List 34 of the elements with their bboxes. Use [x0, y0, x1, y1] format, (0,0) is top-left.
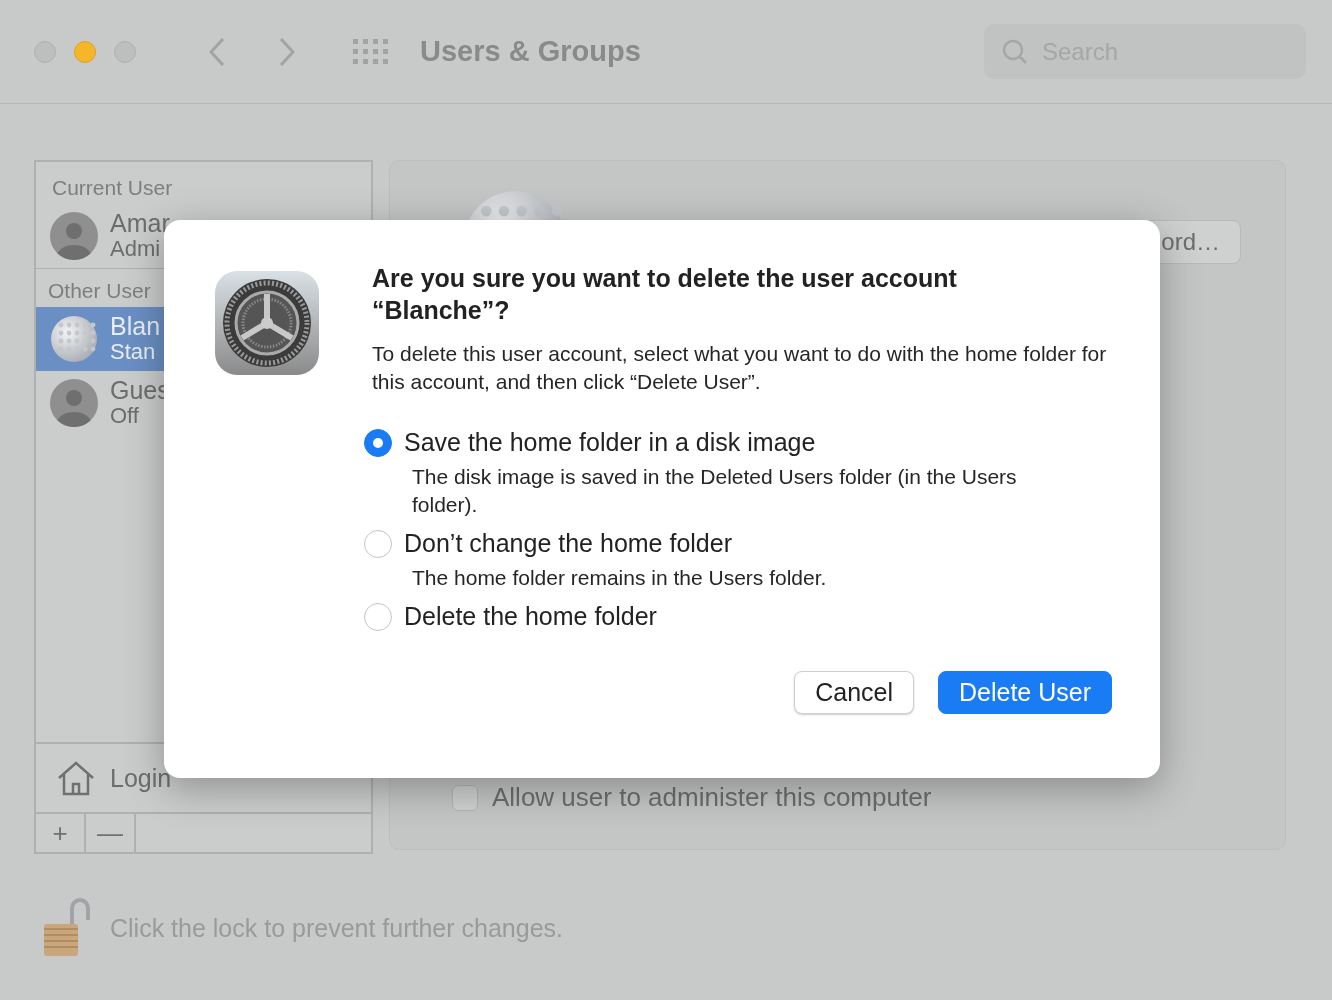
minimize-window-button[interactable] [74, 40, 96, 63]
radio-button[interactable] [364, 529, 392, 558]
radio-button[interactable] [364, 428, 392, 457]
house-icon [56, 760, 96, 796]
dialog-message: To delete this user account, select what you want to do with the home folder for this account, and then click “Delete User”. [372, 341, 1107, 395]
user-role: Off [110, 403, 140, 429]
cancel-button[interactable]: Cancel [794, 671, 914, 714]
section-heading: Current User [51, 175, 174, 201]
user-role: Admi [110, 236, 162, 262]
option-label: Delete the home folder [404, 602, 657, 631]
checkbox-label: Allow user to administer this computer [492, 782, 932, 813]
user-list-item[interactable]: Amar Admi [36, 204, 371, 268]
option-label: Save the home folder in a disk image [404, 428, 816, 457]
window-title: Users & Groups [420, 35, 641, 68]
user-name: Amar [110, 210, 170, 236]
section-heading: Other User [47, 278, 152, 304]
option-description: The disk image is saved in the Deleted Users folder (in the Users folder). [412, 464, 1018, 518]
add-button[interactable]: + [36, 814, 86, 852]
gear-icon [214, 270, 320, 376]
close-window-button[interactable] [34, 40, 56, 63]
user-role: Stan [110, 339, 157, 365]
admin-checkbox[interactable] [452, 784, 478, 811]
user-name: Blan [110, 313, 161, 339]
zoom-window-button[interactable] [114, 40, 136, 63]
option-description: The home folder remains in the Users folder. [412, 565, 828, 591]
back-icon[interactable] [208, 36, 226, 67]
radio-button[interactable] [364, 602, 392, 631]
search-icon [1002, 38, 1028, 65]
forward-icon[interactable] [278, 36, 296, 67]
grid-icon[interactable] [352, 37, 390, 66]
remove-button[interactable]: — [86, 814, 136, 852]
dialog-title: Are you sure you want to delete the user account “Blanche”? [372, 263, 958, 326]
option-label: Don’t change the home folder [404, 529, 732, 558]
delete-user-button[interactable]: Delete User [938, 671, 1112, 714]
